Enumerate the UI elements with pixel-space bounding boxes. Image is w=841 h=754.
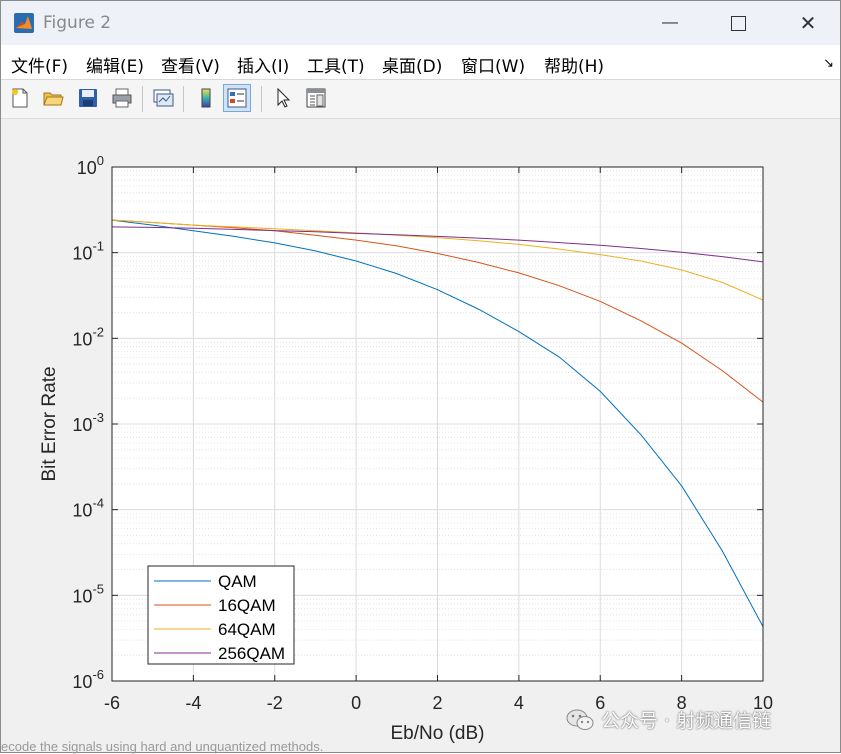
y-tick-label: 100 bbox=[77, 153, 104, 178]
minimize-button[interactable]: — bbox=[647, 7, 693, 39]
property-inspector-button[interactable] bbox=[302, 84, 330, 112]
wechat-icon bbox=[566, 709, 594, 730]
x-tick-label: 0 bbox=[351, 693, 361, 713]
menu-window[interactable]: 窗口(W) bbox=[461, 52, 525, 77]
link-plot-button[interactable] bbox=[149, 84, 177, 112]
x-axis-label: Eb/No (dB) bbox=[391, 723, 485, 744]
print-button[interactable] bbox=[108, 84, 136, 112]
y-tick-label: 10-3 bbox=[72, 410, 104, 435]
menu-edit[interactable]: 编辑(E) bbox=[86, 52, 144, 77]
save-button[interactable] bbox=[74, 84, 102, 112]
figure-canvas[interactable]: -6 -4 -2 0 2 4 6 8 10 100 10-1 10-2 10-3 10-4 10-5 10-6… bbox=[3, 119, 839, 752]
x-tick-label: 4 bbox=[514, 693, 524, 713]
new-figure-button[interactable] bbox=[6, 84, 34, 112]
y-tick-base: 10 bbox=[72, 329, 92, 349]
new-figure-icon bbox=[12, 88, 28, 108]
menu-desktop[interactable]: 桌面(D) bbox=[382, 52, 442, 77]
y-tick-label: 10-5 bbox=[72, 581, 104, 606]
x-tick-label: -4 bbox=[185, 693, 201, 713]
y-tick-exponent: -6 bbox=[92, 667, 104, 682]
minimize-icon: — bbox=[662, 14, 678, 31]
legend-label: 256QAM bbox=[218, 644, 285, 663]
colorbar-icon bbox=[201, 88, 211, 108]
colorbar-button[interactable] bbox=[192, 84, 220, 112]
print-icon bbox=[112, 88, 132, 108]
y-tick-label: 10-1 bbox=[72, 239, 104, 264]
y-tick-exponent: -5 bbox=[92, 581, 104, 596]
toolbar bbox=[1, 80, 840, 119]
figure-window: Figure 2 — ✕ 文件(F) 编辑(E) 查看(V) 插入(I) 工具(… bbox=[0, 0, 841, 754]
x-tick-label: 2 bbox=[432, 693, 442, 713]
toolbar-separator bbox=[142, 86, 143, 112]
close-button[interactable]: ✕ bbox=[785, 7, 831, 39]
matlab-logo-icon bbox=[13, 12, 35, 34]
legend-label: QAM bbox=[218, 572, 257, 591]
menu-bar: 文件(F) 编辑(E) 查看(V) 插入(I) 工具(T) 桌面(D) 窗口(W… bbox=[1, 45, 840, 80]
y-tick-base: 10 bbox=[72, 672, 92, 692]
y-tick-base: 10 bbox=[72, 586, 92, 606]
y-tick-exponent: -3 bbox=[92, 410, 104, 425]
y-tick-base: 10 bbox=[72, 415, 92, 435]
y-tick-label: 10-6 bbox=[72, 667, 104, 692]
y-tick-exponent: -1 bbox=[92, 239, 104, 254]
y-tick-exponent: -4 bbox=[92, 496, 104, 511]
pointer-icon bbox=[277, 87, 291, 108]
maximize-icon bbox=[730, 15, 746, 31]
toolbar-separator bbox=[183, 86, 184, 112]
property-inspector-icon bbox=[306, 88, 326, 108]
window-title: Figure 2 bbox=[43, 13, 112, 33]
x-tick-label: -2 bbox=[267, 693, 283, 713]
close-icon: ✕ bbox=[799, 12, 817, 35]
menu-overflow-icon[interactable]: ↘ bbox=[823, 55, 834, 71]
watermark-text: 公众号 · 射频通信链 bbox=[601, 710, 772, 732]
menu-insert[interactable]: 插入(I) bbox=[237, 52, 289, 77]
menu-file[interactable]: 文件(F) bbox=[11, 52, 68, 77]
pointer-button[interactable] bbox=[269, 84, 297, 112]
legend-button[interactable] bbox=[223, 84, 251, 112]
legend-label: 16QAM bbox=[218, 596, 276, 615]
x-tick-label: -6 bbox=[104, 693, 120, 713]
link-plot-icon bbox=[153, 89, 174, 107]
legend-label: 64QAM bbox=[218, 620, 276, 639]
background-caption-text: ecode the signals using hard and unquant… bbox=[1, 739, 324, 754]
watermark: 公众号 · 射频通信链 bbox=[565, 706, 771, 733]
y-tick-base: 10 bbox=[77, 158, 97, 178]
menu-tools[interactable]: 工具(T) bbox=[307, 52, 365, 77]
legend-icon bbox=[227, 88, 247, 108]
y-tick-label: 10-2 bbox=[72, 324, 104, 349]
y-tick-base: 10 bbox=[72, 501, 92, 521]
ber-chart[interactable]: -6 -4 -2 0 2 4 6 8 1010010-110-210-310-410-510-6… bbox=[3, 119, 839, 752]
y-axis-label: Bit Error Rate bbox=[39, 366, 60, 481]
toolbar-separator bbox=[261, 86, 262, 112]
maximize-button[interactable] bbox=[715, 7, 761, 39]
open-button[interactable] bbox=[39, 84, 67, 112]
title-bar[interactable]: Figure 2 — ✕ bbox=[1, 1, 840, 45]
open-file-icon bbox=[43, 92, 64, 106]
save-icon bbox=[79, 89, 97, 107]
y-tick-label: 10-4 bbox=[72, 496, 104, 521]
menu-view[interactable]: 查看(V) bbox=[161, 52, 220, 77]
y-tick-exponent: -2 bbox=[92, 324, 104, 339]
y-tick-base: 10 bbox=[72, 244, 92, 264]
y-tick-exponent: 0 bbox=[97, 153, 104, 168]
menu-help[interactable]: 帮助(H) bbox=[544, 52, 604, 77]
